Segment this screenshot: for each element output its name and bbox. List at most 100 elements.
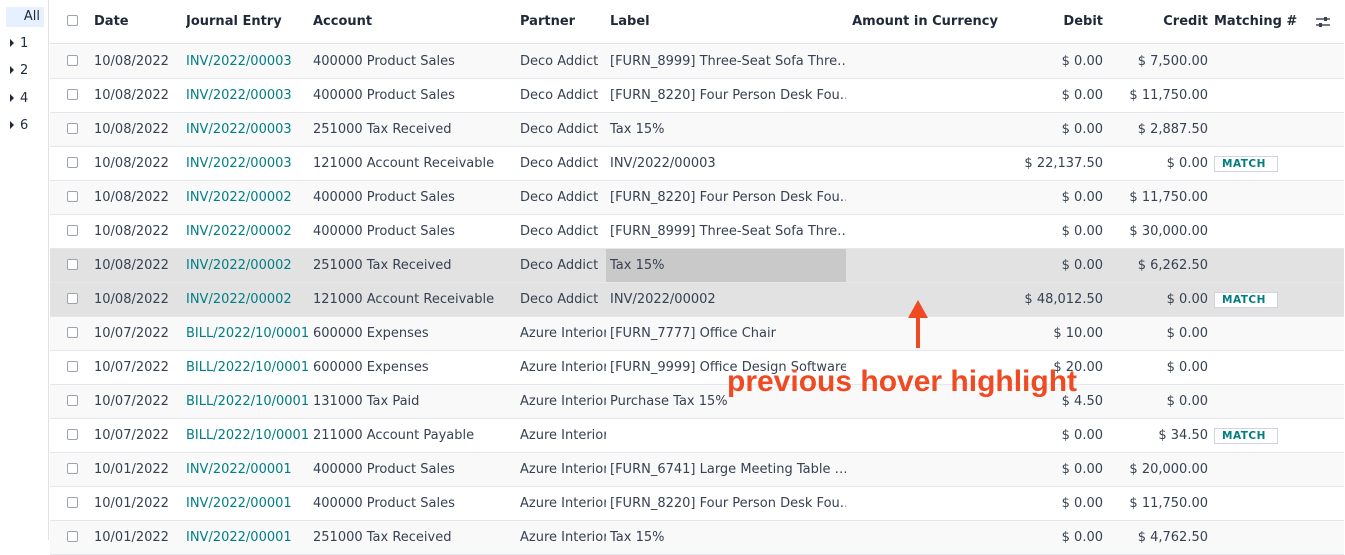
row-checkbox[interactable] (67, 123, 78, 134)
cell-label: Tax 15% (606, 249, 846, 282)
cell-journal-entry-link[interactable]: INV/2022/00003 (186, 147, 310, 180)
row-checkbox[interactable] (67, 395, 78, 406)
cell-journal-entry-link[interactable]: INV/2022/00002 (186, 283, 310, 316)
cell-matching (1214, 317, 1304, 350)
select-all-checkbox[interactable] (67, 15, 78, 26)
row-checkbox[interactable] (67, 225, 78, 236)
table-row[interactable]: 10/08/2022 INV/2022/00002 121000 Account R… (50, 283, 1344, 317)
cell-account: 121000 Account Receivable (313, 156, 495, 171)
table-row[interactable]: 10/01/2022 INV/2022/00001 400000 Product S… (50, 487, 1344, 521)
table-row[interactable]: 10/08/2022 INV/2022/00003 400000 Product S… (50, 79, 1344, 113)
group-item-4[interactable]: 4 (10, 89, 28, 109)
table-row[interactable]: 10/07/2022 BILL/2022/10/0001 211000 Accoun… (50, 419, 1344, 453)
cell-debit: $ 0.00 (1061, 258, 1103, 273)
row-checkbox[interactable] (67, 89, 78, 100)
cell-journal-entry-link[interactable]: INV/2022/00003 (186, 113, 310, 146)
cell-date: 10/08/2022 (94, 156, 169, 171)
cell-partner: Azure Interior (520, 428, 606, 443)
cell-credit: $ 0.00 (1166, 326, 1208, 341)
col-header-credit[interactable]: Credit (1105, 0, 1208, 43)
cell-journal-entry-link[interactable]: INV/2022/00003 (186, 45, 310, 78)
caret-right-icon (10, 38, 14, 47)
col-header-date[interactable]: Date (94, 0, 184, 43)
row-checkbox[interactable] (67, 429, 78, 440)
cell-journal-entry-link[interactable]: INV/2022/00002 (186, 181, 310, 214)
cell-date: 10/07/2022 (94, 360, 169, 375)
cell-date: 10/08/2022 (94, 88, 169, 103)
cell-matching (1214, 113, 1304, 146)
table-row[interactable]: 10/08/2022 INV/2022/00002 400000 Product S… (50, 215, 1344, 249)
row-checkbox[interactable] (67, 463, 78, 474)
row-checkbox[interactable] (67, 259, 78, 270)
col-header-matching[interactable]: Matching # (1214, 0, 1304, 43)
col-header-debit[interactable]: Debit (1000, 0, 1103, 43)
table-row[interactable]: 10/07/2022 BILL/2022/10/0001 600000 Expens… (50, 317, 1344, 351)
cell-journal-entry-link[interactable]: BILL/2022/10/0001 (186, 351, 310, 384)
table-row[interactable]: 10/07/2022 BILL/2022/10/0001 131000 Tax Pa… (50, 385, 1344, 419)
cell-credit: $ 7,500.00 (1137, 54, 1208, 69)
cell-matching (1214, 385, 1304, 418)
cell-amount-currency (850, 419, 998, 452)
group-item-2[interactable]: 2 (10, 61, 28, 81)
table-row[interactable]: 10/08/2022 INV/2022/00003 251000 Tax Recei… (50, 113, 1344, 147)
cell-journal-entry-link[interactable]: INV/2022/00003 (186, 79, 310, 112)
cell-journal-entry-link[interactable]: INV/2022/00001 (186, 487, 310, 520)
cell-amount-currency (850, 45, 998, 78)
cell-journal-entry-link[interactable]: BILL/2022/10/0001 (186, 317, 310, 350)
cell-journal-entry-link[interactable]: INV/2022/00001 (186, 453, 310, 486)
table-row[interactable]: 10/08/2022 INV/2022/00003 400000 Product S… (50, 45, 1344, 79)
cell-journal-entry-link[interactable]: INV/2022/00002 (186, 215, 310, 248)
cell-matching: MATCH (1214, 147, 1304, 180)
group-item-1[interactable]: 1 (10, 34, 28, 54)
cell-debit: $ 0.00 (1061, 224, 1103, 239)
cell-label: [FURN_8999] Three-Seat Sofa Thre… (610, 224, 846, 239)
col-header-journal-entry[interactable]: Journal Entry (186, 0, 310, 43)
row-checkbox[interactable] (67, 361, 78, 372)
table-row[interactable]: 10/01/2022 INV/2022/00001 251000 Tax Recei… (50, 521, 1344, 555)
col-header-partner[interactable]: Partner (520, 0, 606, 43)
cell-journal-entry-link[interactable]: BILL/2022/10/0001 (186, 419, 310, 452)
cell-account: 600000 Expenses (313, 360, 429, 375)
cell-account: 600000 Expenses (313, 326, 429, 341)
table-row[interactable]: 10/08/2022 INV/2022/00002 251000 Tax Recei… (50, 249, 1344, 283)
row-checkbox[interactable] (67, 293, 78, 304)
col-header-amount-currency[interactable]: Amount in Currency (850, 0, 998, 43)
match-button[interactable]: MATCH (1214, 427, 1278, 444)
match-button[interactable]: MATCH (1214, 291, 1278, 308)
row-checkbox[interactable] (67, 55, 78, 66)
row-checkbox[interactable] (67, 497, 78, 508)
col-header-label[interactable]: Label (606, 0, 846, 43)
cell-debit: $ 0.00 (1061, 88, 1103, 103)
cell-date: 10/08/2022 (94, 224, 169, 239)
table-row[interactable]: 10/08/2022 INV/2022/00003 121000 Account R… (50, 147, 1344, 181)
table-row[interactable]: 10/07/2022 BILL/2022/10/0001 600000 Expens… (50, 351, 1344, 385)
match-button[interactable]: MATCH (1214, 155, 1278, 172)
cell-debit: $ 22,137.50 (1024, 156, 1103, 171)
cell-partner: Deco Addict (520, 122, 599, 137)
cell-partner: Azure Interior (520, 530, 606, 545)
cell-account: 211000 Account Payable (313, 428, 475, 443)
cell-date: 10/01/2022 (94, 530, 169, 545)
row-checkbox[interactable] (67, 157, 78, 168)
cell-amount-currency (850, 521, 998, 554)
row-checkbox[interactable] (67, 327, 78, 338)
group-all[interactable]: All (6, 7, 44, 27)
cell-account: 251000 Tax Received (313, 258, 452, 273)
cell-partner: Deco Addict (520, 224, 599, 239)
cell-journal-entry-link[interactable]: INV/2022/00001 (186, 521, 310, 554)
cell-date: 10/08/2022 (94, 190, 169, 205)
row-checkbox[interactable] (67, 531, 78, 542)
table-row[interactable]: 10/08/2022 INV/2022/00002 400000 Product S… (50, 181, 1344, 215)
col-header-account[interactable]: Account (313, 0, 518, 43)
cell-journal-entry-link[interactable]: BILL/2022/10/0001 (186, 385, 310, 418)
cell-journal-entry-link[interactable]: INV/2022/00002 (186, 249, 310, 282)
cell-matching: MATCH (1214, 419, 1304, 452)
row-checkbox[interactable] (67, 191, 78, 202)
cell-account: 400000 Product Sales (313, 496, 455, 511)
column-toggle-button[interactable] (1316, 0, 1336, 43)
cell-partner: Deco Addict (520, 190, 599, 205)
cell-date: 10/08/2022 (94, 54, 169, 69)
cell-matching (1214, 45, 1304, 78)
group-item-6[interactable]: 6 (10, 116, 28, 136)
table-row[interactable]: 10/01/2022 INV/2022/00001 400000 Product S… (50, 453, 1344, 487)
